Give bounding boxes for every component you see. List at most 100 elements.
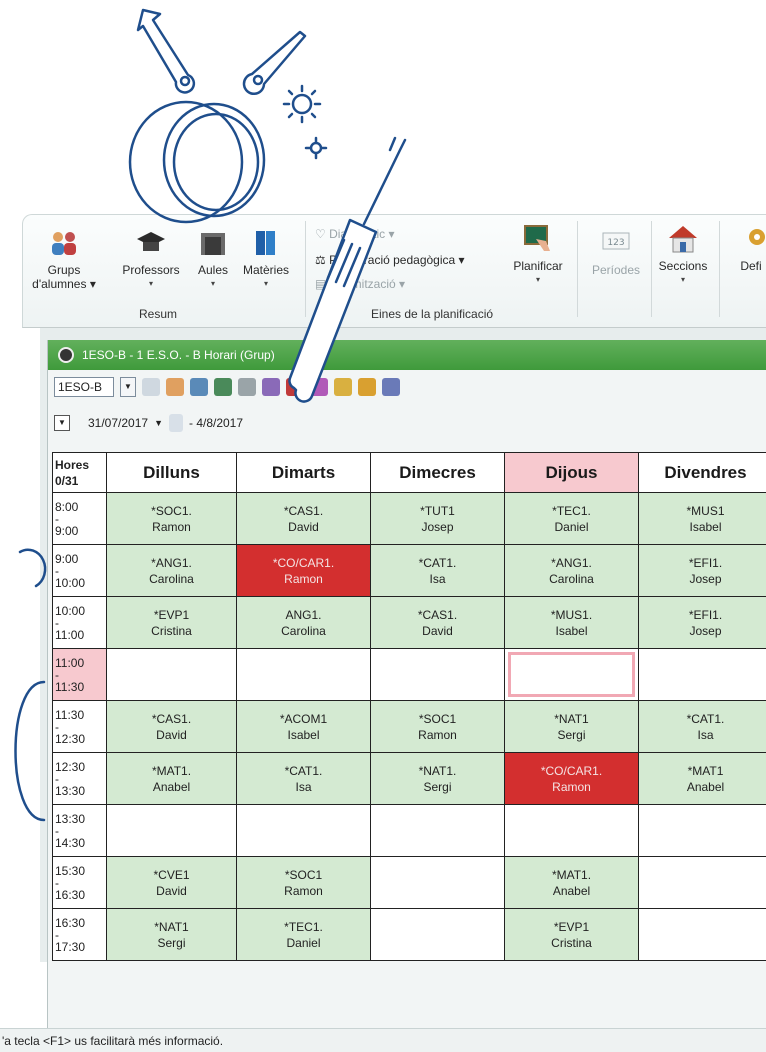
collapse-icon[interactable]: ▼ <box>54 415 70 431</box>
lesson-cell-divendres[interactable]: *EFI1. Josep <box>638 596 766 649</box>
optimitzacio-label: Optimització ▾ <box>329 277 406 291</box>
lesson-teacher: Carolina <box>149 571 194 586</box>
lesson-cell-dilluns[interactable]: *ANG1. Carolina <box>106 544 237 597</box>
lesson-teacher: Daniel <box>286 935 321 950</box>
lesson-teacher: Daniel <box>554 519 589 534</box>
grid-icon[interactable] <box>190 378 208 396</box>
grups-alumnes-button[interactable]: Grups d'alumnes ▾ <box>31 227 97 291</box>
date-start[interactable]: 31/07/2017 <box>88 416 148 430</box>
gear-icon[interactable] <box>358 378 376 396</box>
time-slot: 13:30 - 14:30 <box>52 804 107 857</box>
lesson-cell-divendres[interactable]: *EFI1. Josep <box>638 544 766 597</box>
lesson-teacher: Ramon <box>284 883 323 898</box>
lesson-teacher: Josep <box>689 571 722 586</box>
lesson-cell-dimecres[interactable] <box>370 856 505 909</box>
lesson-teacher: David <box>422 623 453 638</box>
definicions-button[interactable]: Defi <box>731 223 766 273</box>
print-icon[interactable] <box>238 378 256 396</box>
lesson-cell-dimarts[interactable]: *TEC1. Daniel <box>236 908 371 961</box>
ribbon-divider <box>305 221 306 317</box>
timetable-row: 16:30 - 17:30 *NAT1 Sergi *TEC1. Daniel *EVP1… <box>52 908 766 961</box>
lesson-cell-dimecres[interactable]: *CAS1. David <box>370 596 505 649</box>
lesson-cell-divendres[interactable] <box>638 908 766 961</box>
lesson-subject: *EVP1 <box>153 607 190 622</box>
lesson-cell-dimarts[interactable]: ANG1. Carolina <box>236 596 371 649</box>
day-header-dimecres[interactable]: Dimecres <box>370 452 505 493</box>
lesson-cell-dilluns[interactable] <box>106 804 237 857</box>
lesson-cell-divendres[interactable]: *CAT1. Isa <box>638 700 766 753</box>
lesson-cell-dijous[interactable]: *EVP1 Cristina <box>504 908 639 961</box>
lesson-subject: *SOC1 <box>284 867 323 882</box>
lesson-cell-dilluns[interactable]: *CAS1. David <box>106 700 237 753</box>
window-title: 1ESO-B - 1 E.S.O. - B Horari (Grup) <box>82 348 275 362</box>
lesson-cell-dijous[interactable]: *ANG1. Carolina <box>504 544 639 597</box>
day-header-dijous[interactable]: Dijous <box>504 452 639 493</box>
paint-icon[interactable] <box>262 378 280 396</box>
lesson-cell-dimecres[interactable] <box>370 908 505 961</box>
pin-icon[interactable] <box>286 378 304 396</box>
export-icon[interactable] <box>214 378 232 396</box>
class-select[interactable]: 1ESO-B <box>54 377 114 397</box>
materies-button[interactable]: Matèries ▾ <box>237 227 295 291</box>
timetable-row: 10:00 - 11:00 *EVP1 Cristina ANG1. Carolina *… <box>52 596 766 649</box>
day-header-dilluns[interactable]: Dilluns <box>106 452 237 493</box>
lesson-subject: *EFI1. <box>688 607 723 622</box>
lesson-teacher: Ramon <box>552 779 591 794</box>
periodes-button[interactable]: 123 Períodes <box>585 227 647 277</box>
lesson-cell-dimarts[interactable]: *ACOM1 Isabel <box>236 700 371 753</box>
lesson-cell-dilluns[interactable]: *SOC1. Ramon <box>106 492 237 545</box>
lesson-cell-dimarts[interactable] <box>236 648 371 701</box>
optimitzacio-menu[interactable]: ▤ Optimització ▾ <box>315 277 405 291</box>
lesson-teacher: Carolina <box>549 571 594 586</box>
lesson-cell-dijous[interactable]: *CO/CAR1. Ramon <box>504 752 639 805</box>
lesson-cell-dijous[interactable] <box>504 804 639 857</box>
menu-icon[interactable] <box>382 378 400 396</box>
aules-button[interactable]: Aules ▾ <box>191 227 235 291</box>
diagnostic-menu[interactable]: ♡ Diagnòstic ▾ <box>315 227 394 241</box>
spin-icon[interactable] <box>142 378 160 396</box>
stepper-icon[interactable] <box>168 414 183 432</box>
chevron-down-icon[interactable]: ▼ <box>120 377 136 397</box>
lesson-cell-dilluns[interactable]: *MAT1. Anabel <box>106 752 237 805</box>
settings-icon[interactable] <box>334 378 352 396</box>
lesson-cell-dimecres[interactable]: *SOC1 Ramon <box>370 700 505 753</box>
lesson-cell-dilluns[interactable]: *EVP1 Cristina <box>106 596 237 649</box>
lesson-cell-dijous[interactable]: *MUS1. Isabel <box>504 596 639 649</box>
lesson-cell-divendres[interactable] <box>638 856 766 909</box>
lesson-cell-dilluns[interactable]: *CVE1 David <box>106 856 237 909</box>
lesson-cell-dimecres[interactable] <box>370 648 505 701</box>
lesson-cell-dimarts[interactable]: *CAS1. David <box>236 492 371 545</box>
lesson-cell-dimarts[interactable] <box>236 804 371 857</box>
planificar-button[interactable]: Planificar ▾ <box>507 223 569 287</box>
seccions-button[interactable]: Seccions ▾ <box>657 223 709 287</box>
lesson-cell-divendres[interactable]: *MAT1 Anabel <box>638 752 766 805</box>
lesson-cell-dimecres[interactable]: *CAT1. Isa <box>370 544 505 597</box>
lesson-cell-divendres[interactable] <box>638 804 766 857</box>
day-header-divendres[interactable]: Divendres <box>638 452 766 493</box>
people-icon[interactable] <box>310 378 328 396</box>
lesson-subject: *SOC1. <box>151 503 192 518</box>
students-icon[interactable] <box>166 378 184 396</box>
day-header-dimarts[interactable]: Dimarts <box>236 452 371 493</box>
window-titlebar[interactable]: 1ESO-B - 1 E.S.O. - B Horari (Grup) <box>48 340 766 370</box>
lesson-cell-divendres[interactable] <box>638 648 766 701</box>
lesson-cell-dimecres[interactable] <box>370 804 505 857</box>
lesson-cell-dilluns[interactable] <box>106 648 237 701</box>
lesson-cell-dimarts[interactable]: *CO/CAR1. Ramon <box>236 544 371 597</box>
timetable-row: 11:30 - 12:30 *CAS1. David *ACOM1 Isabel *SOC… <box>52 700 766 753</box>
lesson-cell-dilluns[interactable]: *NAT1 Sergi <box>106 908 237 961</box>
lesson-cell-dijous[interactable]: *MAT1. Anabel <box>504 856 639 909</box>
lesson-cell-divendres[interactable]: *MUS1 Isabel <box>638 492 766 545</box>
professors-button[interactable]: Professors ▾ <box>115 227 187 291</box>
lesson-cell-dijous[interactable]: *NAT1 Sergi <box>504 700 639 753</box>
date-end: - 4/8/2017 <box>188 416 244 430</box>
lesson-cell-dijous[interactable] <box>504 648 639 701</box>
lesson-teacher: Isabel <box>555 623 588 638</box>
lesson-cell-dimarts[interactable]: *CAT1. Isa <box>236 752 371 805</box>
chevron-down-icon[interactable]: ▼ <box>154 418 163 428</box>
lesson-cell-dimarts[interactable]: *SOC1 Ramon <box>236 856 371 909</box>
lesson-cell-dimecres[interactable]: *TUT1 Josep <box>370 492 505 545</box>
lesson-cell-dimecres[interactable]: *NAT1. Sergi <box>370 752 505 805</box>
lesson-cell-dijous[interactable]: *TEC1. Daniel <box>504 492 639 545</box>
ponderacio-menu[interactable]: ⚖ Ponderació pedagògica ▾ <box>315 253 465 267</box>
